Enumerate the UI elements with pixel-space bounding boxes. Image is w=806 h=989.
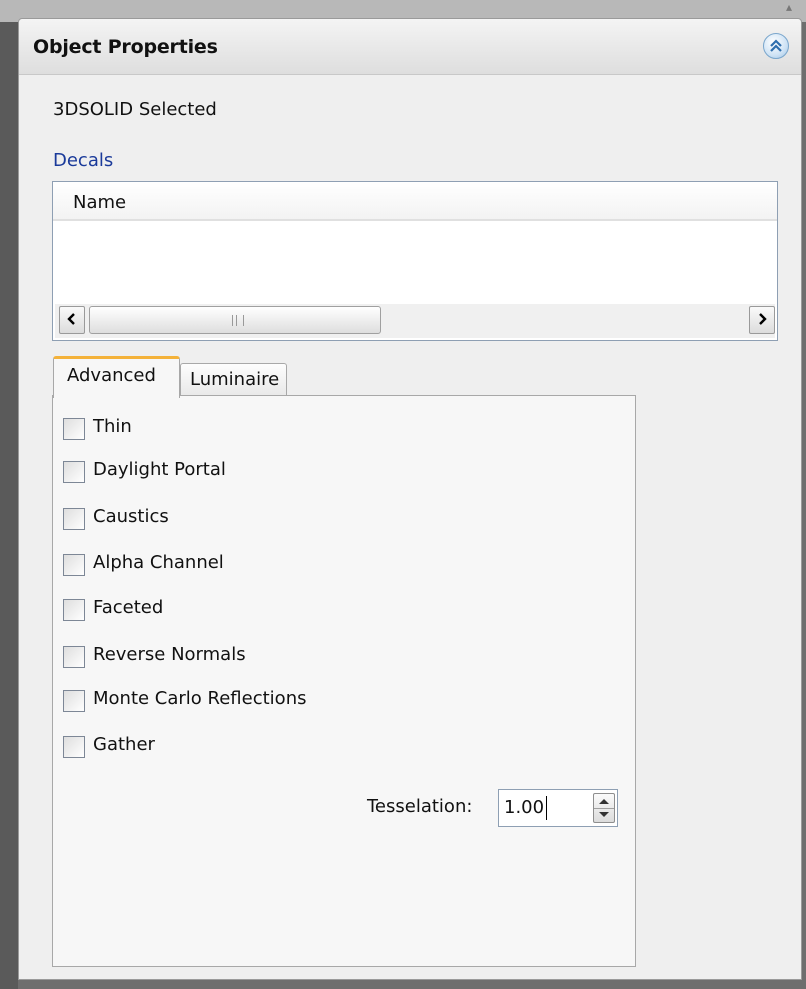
checkbox-label: Caustics (93, 506, 169, 527)
checkbox-label: Monte Carlo Reflections (93, 688, 307, 709)
scroll-left-button[interactable] (59, 306, 85, 334)
collapse-button[interactable] (763, 33, 789, 59)
horizontal-scrollbar[interactable] (55, 304, 775, 338)
tesselation-value[interactable]: 1.00 (504, 797, 544, 818)
checkbox-box[interactable] (63, 508, 85, 530)
spin-down-button[interactable] (594, 808, 614, 822)
scroll-thumb[interactable] (89, 306, 381, 334)
spin-up-icon (599, 799, 609, 804)
tab-advanced[interactable]: Advanced (53, 356, 180, 398)
spin-up-button[interactable] (594, 794, 614, 809)
arrow-left-icon (67, 313, 75, 325)
checkbox-label: Gather (93, 734, 155, 755)
spin-buttons[interactable] (593, 793, 615, 823)
list-header: Name (53, 182, 777, 221)
corner-icon: ▴ (785, 0, 792, 14)
checkbox-label: Thin (93, 416, 132, 437)
tab-luminaire[interactable]: Luminaire (180, 363, 287, 397)
tab-advanced-label: Advanced (67, 365, 156, 386)
decals-label: Decals (53, 150, 114, 171)
scroll-right-button[interactable] (749, 306, 775, 334)
window-left-edge (0, 0, 18, 989)
panel-header: Object Properties (19, 19, 801, 75)
checkbox-box[interactable] (63, 461, 85, 483)
checkbox-box[interactable] (63, 418, 85, 440)
panel-title: Object Properties (33, 36, 218, 58)
spin-down-icon (599, 812, 609, 817)
checkbox-label: Reverse Normals (93, 644, 246, 665)
tesselation-label: Tesselation: (367, 796, 473, 817)
tab-luminaire-label: Luminaire (190, 369, 280, 390)
checkbox-label: Alpha Channel (93, 552, 224, 573)
checkbox-label: Faceted (93, 597, 164, 618)
tesselation-spinner[interactable]: 1.00 (498, 789, 618, 827)
checkbox-box[interactable] (63, 690, 85, 712)
decals-list[interactable]: Name (52, 181, 778, 341)
chevron-double-up-icon (770, 39, 782, 52)
checkbox-label: Daylight Portal (93, 459, 226, 480)
checkbox-box[interactable] (63, 599, 85, 621)
arrow-right-icon (759, 313, 767, 325)
checkbox-box[interactable] (63, 646, 85, 668)
checkbox-box[interactable] (63, 554, 85, 576)
selection-status: 3DSOLID Selected (53, 99, 217, 120)
checkbox-box[interactable] (63, 736, 85, 758)
column-header-name[interactable]: Name (73, 192, 126, 213)
grip-icon (232, 315, 244, 326)
object-properties-panel: Object Properties 3DSOLID Selected Decal… (18, 18, 802, 980)
text-caret (546, 796, 547, 820)
advanced-tab-page: Thin Daylight Portal Caustics Alpha Chan… (52, 395, 636, 967)
